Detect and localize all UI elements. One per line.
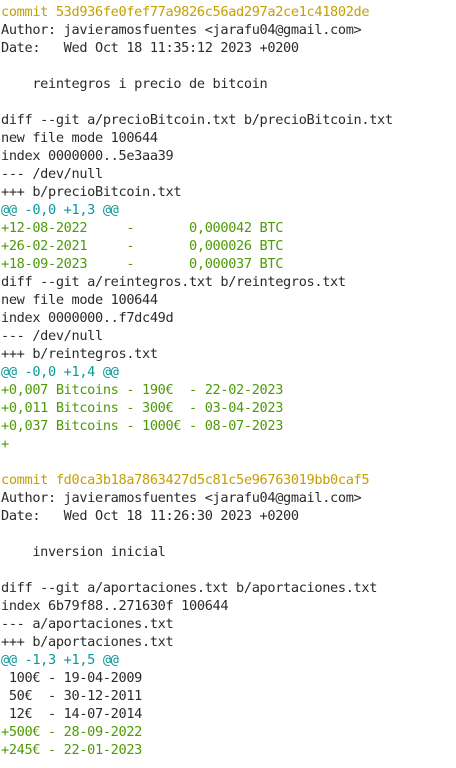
terminal-line-added: +	[1, 436, 9, 452]
terminal-line-meta: Date: Wed Oct 18 11:26:30 2023 +0200	[1, 508, 299, 524]
terminal-line-ctx: 12€ - 14-07-2014	[1, 706, 143, 722]
terminal-line-meta: Date: Wed Oct 18 11:35:12 2023 +0200	[1, 40, 299, 56]
terminal-line-msg: inversion inicial	[1, 544, 166, 560]
terminal-line-added: +0,011 Bitcoins - 300€ - 03-04-2023	[1, 400, 284, 416]
terminal-line-added: +0,037 Bitcoins - 1000€ - 08-07-2023	[1, 418, 284, 434]
terminal-line-hunk: @@ -0,0 +1,4 @@	[1, 364, 119, 380]
terminal-line-added: +500€ - 28-09-2022	[1, 724, 143, 740]
terminal-line-commit: commit fd0ca3b18a7863427d5c81c5e96763019…	[1, 472, 370, 488]
terminal-line-added: +18-09-2023 - 0,000037 BTC	[1, 256, 284, 272]
terminal-line-meta: +++ b/aportaciones.txt	[1, 634, 174, 650]
terminal-line-meta: --- /dev/null	[1, 328, 103, 344]
terminal-line-meta: +++ b/precioBitcoin.txt	[1, 184, 182, 200]
terminal-line-meta: index 6b79f88..271630f 100644	[1, 598, 229, 614]
terminal-line-added: +12-08-2022 - 0,000042 BTC	[1, 220, 284, 236]
terminal-line-added: +26-02-2021 - 0,000026 BTC	[1, 238, 284, 254]
terminal-line-meta: index 0000000..5e3aa39	[1, 148, 174, 164]
terminal-line-meta: new file mode 100644	[1, 292, 158, 308]
terminal-line-meta: diff --git a/precioBitcoin.txt b/precioB…	[1, 112, 393, 128]
terminal-line-meta: +++ b/reintegros.txt	[1, 346, 158, 362]
terminal-line-added: +245€ - 22-01-2023	[1, 742, 143, 758]
terminal-line-meta: Author: javieramosfuentes <jarafu04@gmai…	[1, 490, 362, 506]
terminal-line-meta: diff --git a/aportaciones.txt b/aportaci…	[1, 580, 378, 596]
terminal-line-meta: --- /dev/null	[1, 166, 103, 182]
terminal-line-meta: index 0000000..f7dc49d	[1, 310, 174, 326]
terminal-line-commit: commit 53d936fe0fef77a9826c56ad297a2ce1c…	[1, 4, 370, 20]
terminal-line-meta: --- a/aportaciones.txt	[1, 616, 174, 632]
terminal-output[interactable]: commit 53d936fe0fef77a9826c56ad297a2ce1c…	[0, 0, 456, 768]
terminal-line-hunk: @@ -1,3 +1,5 @@	[1, 652, 119, 668]
terminal-line-meta: diff --git a/reintegros.txt b/reintegros…	[1, 274, 346, 290]
terminal-line-meta: Author: javieramosfuentes <jarafu04@gmai…	[1, 22, 362, 38]
terminal-line-hunk: @@ -0,0 +1,3 @@	[1, 202, 119, 218]
terminal-line-ctx: 50€ - 30-12-2011	[1, 688, 143, 704]
terminal-line-added: +0,007 Bitcoins - 190€ - 22-02-2023	[1, 382, 284, 398]
terminal-line-msg: reintegros i precio de bitcoin	[1, 76, 268, 92]
terminal-line-ctx: 100€ - 19-04-2009	[1, 670, 143, 686]
terminal-line-meta: new file mode 100644	[1, 130, 158, 146]
